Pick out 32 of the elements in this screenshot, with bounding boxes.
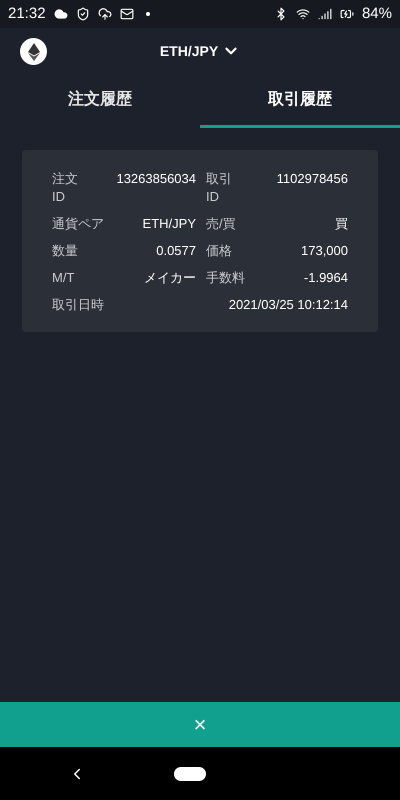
battery-level: 84% [362, 4, 392, 24]
status-time: 21:32 [8, 4, 46, 24]
field-label: 注文 ID [52, 170, 79, 206]
field-label: M/T [52, 269, 76, 287]
field-label: 取引 ID [205, 170, 232, 206]
tab[interactable]: 注文履歴 [0, 74, 200, 128]
field-value: -1.9964 [302, 269, 348, 287]
field-value: ETH/JPY [142, 215, 196, 233]
shield-icon [76, 7, 90, 21]
tab[interactable]: 取引履歴 [200, 74, 400, 128]
field-label: 通貨ペア [52, 215, 105, 233]
home-pill[interactable] [174, 766, 206, 780]
ethereum-logo-icon [20, 38, 47, 65]
field-value: 173,000 [300, 242, 348, 260]
field-value: 買 [334, 215, 348, 233]
upload-icon [98, 7, 112, 21]
field-value: メイカー [143, 269, 196, 287]
weather-icon [54, 7, 68, 21]
battery-icon [340, 7, 354, 21]
field-value: 1102978456 [276, 170, 348, 188]
field-label: 取引日時 [52, 296, 105, 314]
field-label: 価格 [205, 242, 233, 260]
field-label: 売/買 [205, 215, 237, 233]
field-value: 0.0577 [155, 242, 196, 260]
wifi-icon [296, 7, 310, 21]
field-label: 数量 [52, 242, 79, 260]
signal-icon [318, 7, 332, 21]
mail-icon [120, 7, 134, 21]
field-label: 手数料 [205, 269, 246, 287]
field-value: 13263856034 [115, 170, 196, 188]
pair-selector[interactable]: ETH/JPY [160, 40, 240, 62]
field-value: 2021/03/25 10:12:14 [228, 296, 348, 314]
